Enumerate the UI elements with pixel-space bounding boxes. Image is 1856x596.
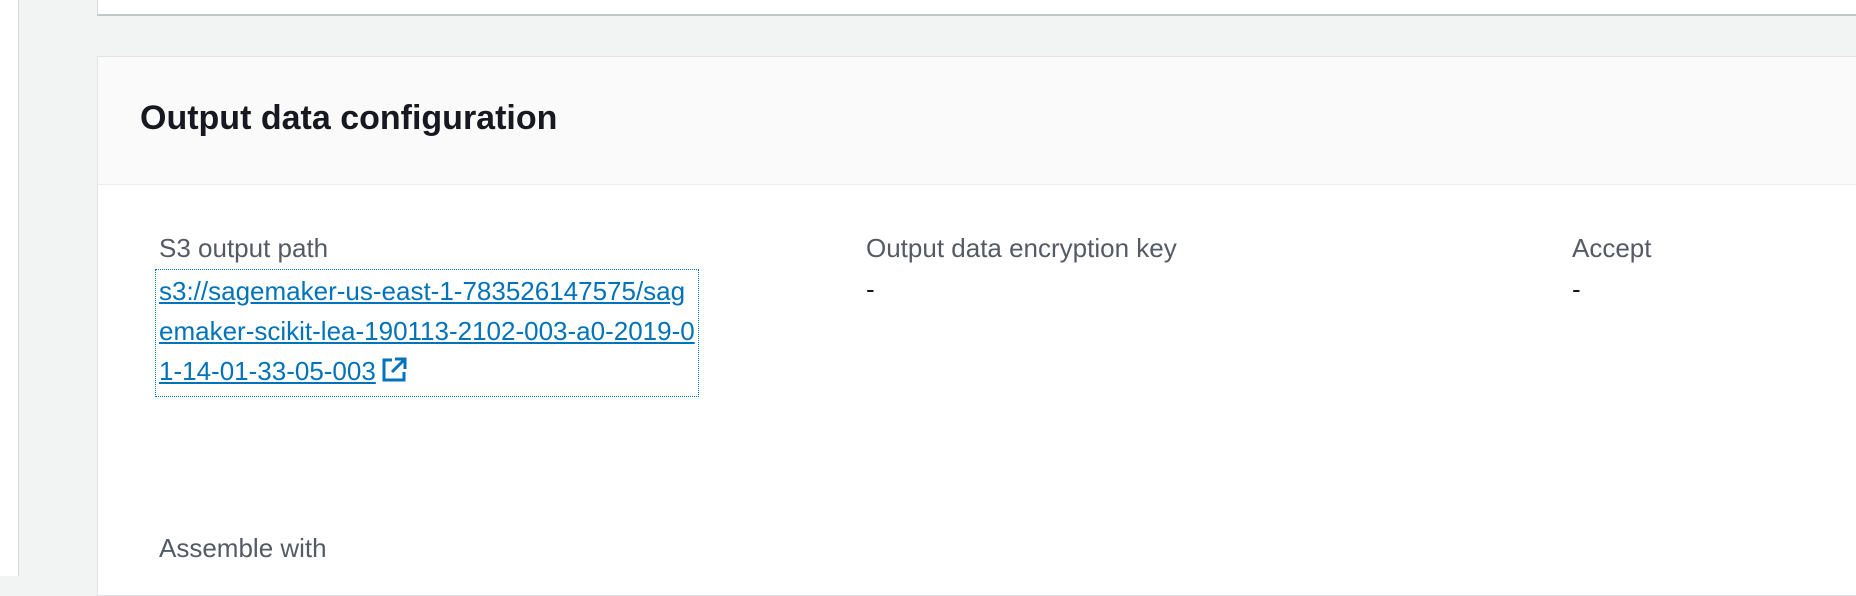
- output-data-configuration-panel: Output data configuration S3 output path…: [97, 56, 1856, 596]
- previous-panel: [97, 0, 1856, 16]
- s3-output-path-field: S3 output path s3://sagemaker-us-east-1-…: [155, 231, 699, 397]
- output-data-encryption-key-label: Output data encryption key: [866, 233, 1177, 263]
- accept-value: -: [1572, 274, 1581, 304]
- s3-output-path-link-text: s3://sagemaker-us-east-1-783526147575/sa…: [159, 276, 695, 386]
- left-navigation-rail: [0, 0, 19, 576]
- s3-output-path-link[interactable]: s3://sagemaker-us-east-1-783526147575/sa…: [155, 269, 699, 397]
- accept-field: Accept -: [1572, 231, 1652, 309]
- panel-header: Output data configuration: [98, 57, 1856, 185]
- assemble-with-label: Assemble with: [159, 533, 327, 563]
- external-link-icon: [380, 355, 408, 395]
- accept-label: Accept: [1572, 233, 1652, 263]
- output-data-encryption-key-field: Output data encryption key -: [866, 231, 1177, 309]
- panel-title: Output data configuration: [140, 99, 558, 137]
- s3-output-path-label: S3 output path: [159, 233, 329, 263]
- assemble-with-field: Assemble with: [159, 531, 327, 565]
- output-data-encryption-key-value: -: [866, 274, 875, 304]
